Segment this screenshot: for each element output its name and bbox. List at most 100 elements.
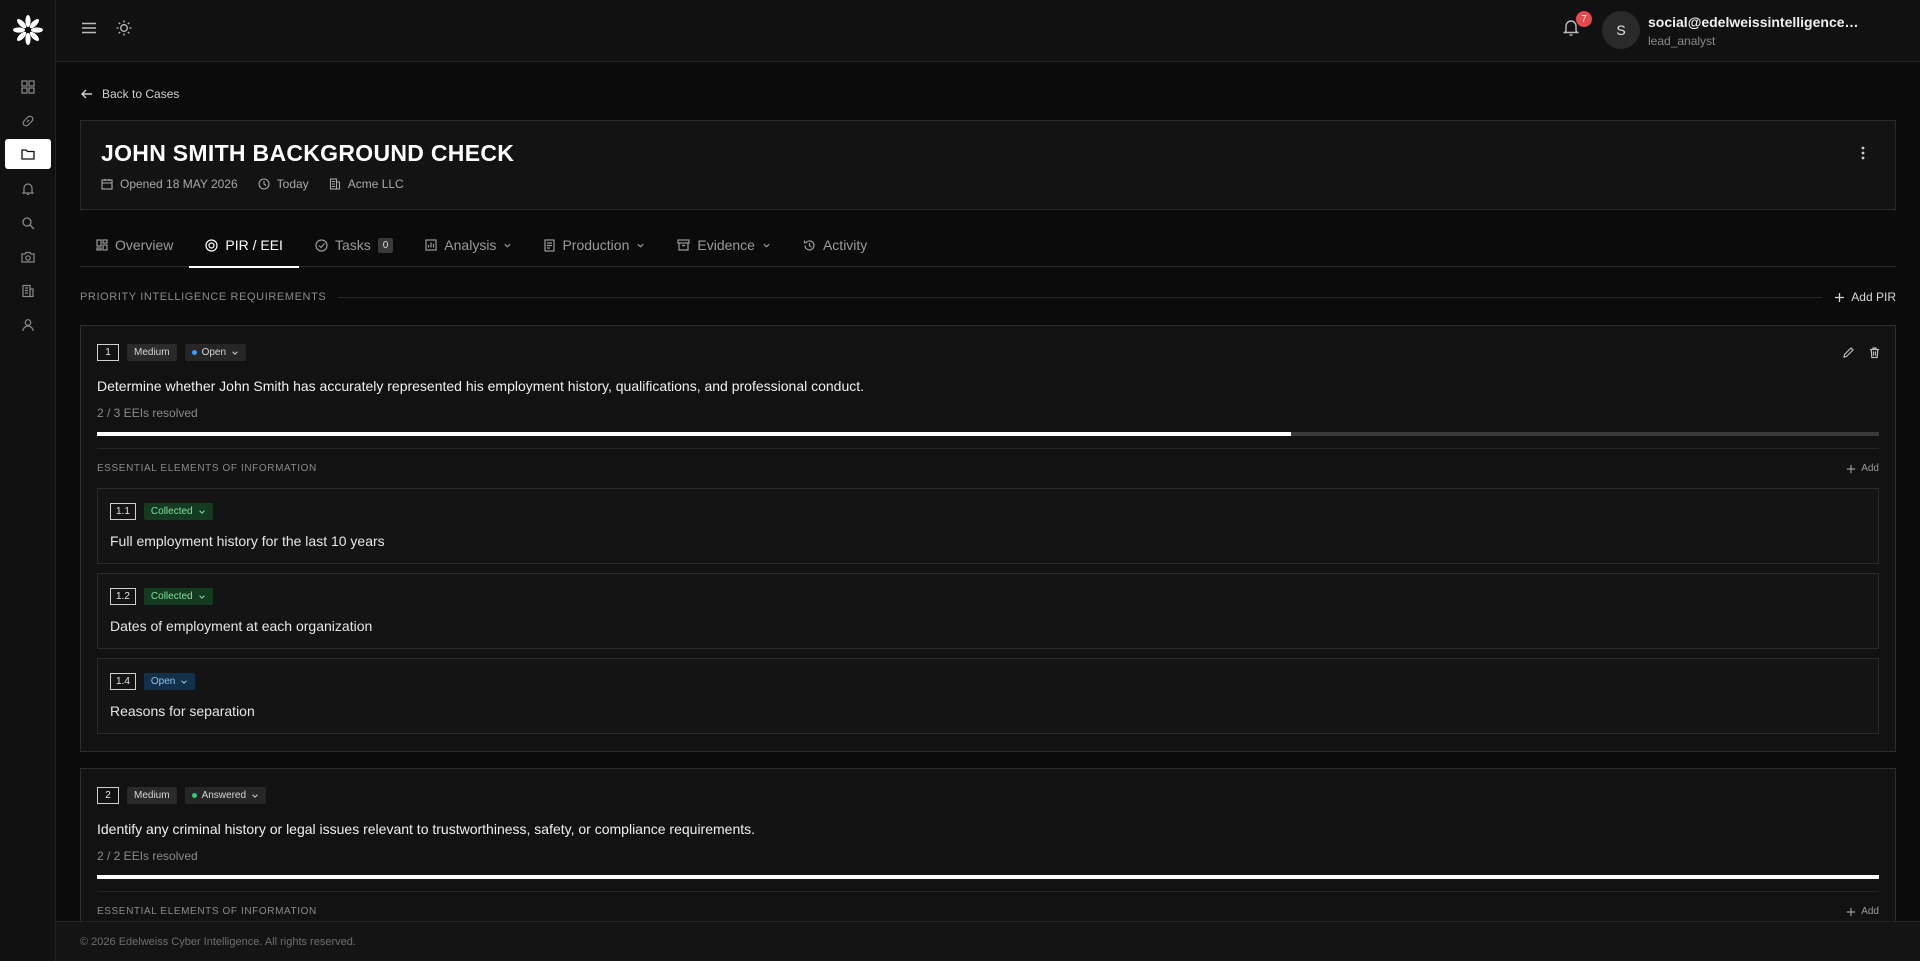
arrow-left-icon bbox=[81, 89, 92, 99]
eei-status-dropdown[interactable]: Open bbox=[143, 673, 196, 690]
delete-trash-icon[interactable] bbox=[1868, 346, 1881, 359]
add-eei-button[interactable]: Add bbox=[1846, 463, 1879, 474]
tab-label: Evidence bbox=[697, 237, 755, 253]
tab-label: Activity bbox=[822, 237, 868, 253]
tab-pir-eei[interactable]: PIR / EEI bbox=[189, 223, 299, 268]
tab-overview[interactable]: Overview bbox=[80, 223, 189, 267]
eei-status-label: Open bbox=[150, 676, 176, 687]
chevron-down-icon bbox=[504, 243, 512, 248]
document-icon bbox=[544, 238, 556, 252]
case-client-name: Acme LLC bbox=[347, 177, 404, 191]
tab-label: Analysis bbox=[444, 237, 497, 253]
pir-priority-badge: Medium bbox=[127, 344, 177, 361]
tab-production[interactable]: Production bbox=[528, 223, 661, 267]
pir-divider bbox=[97, 448, 1879, 449]
pir-number: 1 bbox=[97, 344, 119, 361]
user-avatar[interactable]: S bbox=[1602, 11, 1640, 49]
back-label: Back to Cases bbox=[102, 87, 180, 101]
grid-icon bbox=[21, 80, 35, 94]
more-options-icon[interactable] bbox=[1861, 145, 1865, 161]
eei-item[interactable]: 1.4 Open Reasons for separation bbox=[97, 658, 1879, 734]
pir-description: Identify any criminal history or legal i… bbox=[97, 821, 756, 837]
sidebar-item-organizations[interactable] bbox=[5, 276, 51, 306]
case-updated-text: Today bbox=[276, 177, 309, 191]
status-dot bbox=[191, 350, 197, 355]
dashboard-icon bbox=[96, 239, 108, 251]
eei-section-label: ESSENTIAL ELEMENTS OF INFORMATION bbox=[97, 463, 317, 474]
pir-section-label: PRIORITY INTELLIGENCE REQUIREMENTS bbox=[80, 291, 327, 303]
check-circle-icon bbox=[315, 238, 328, 252]
sidebar-item-alerts[interactable] bbox=[5, 174, 51, 204]
clock-icon bbox=[258, 178, 270, 190]
pir-resolved-count: 2 / 3 EEIs resolved bbox=[97, 406, 198, 420]
edit-pencil-icon[interactable] bbox=[1842, 346, 1855, 359]
eei-number: 1.4 bbox=[110, 673, 136, 690]
pir-card: 2 Medium Answered Identify any criminal … bbox=[80, 768, 1896, 921]
user-role: lead_analyst bbox=[1648, 34, 1716, 48]
pir-resolved-count: 2 / 2 EEIs resolved bbox=[97, 849, 198, 863]
tab-label: Overview bbox=[115, 237, 174, 253]
theme-toggle-sun-icon[interactable] bbox=[115, 19, 133, 37]
sidebar-item-search[interactable] bbox=[5, 208, 51, 238]
add-eei-label: Add bbox=[1861, 906, 1879, 917]
chevron-down-icon bbox=[232, 350, 238, 355]
case-title: JOHN SMITH BACKGROUND CHECK bbox=[101, 140, 515, 166]
edelweiss-logo-icon[interactable] bbox=[12, 14, 44, 46]
eei-status-dropdown[interactable]: Collected bbox=[143, 588, 213, 605]
eei-item[interactable]: 1.2 Collected Dates of employment at eac… bbox=[97, 573, 1879, 649]
eei-description: Reasons for separation bbox=[110, 703, 255, 719]
back-to-cases-link[interactable]: Back to Cases bbox=[80, 87, 179, 101]
tab-evidence[interactable]: Evidence bbox=[661, 223, 787, 267]
section-divider bbox=[338, 296, 1823, 298]
footer: © 2026 Edelweiss Cyber Intelligence. All… bbox=[56, 921, 1920, 961]
eei-number: 1.2 bbox=[110, 588, 136, 605]
case-opened-date: Opened 18 MAY 2026 bbox=[120, 177, 238, 191]
pir-status-label: Open bbox=[201, 347, 227, 358]
sidebar-item-links[interactable] bbox=[5, 106, 51, 136]
eei-description: Dates of employment at each organization bbox=[110, 618, 373, 634]
bell-icon bbox=[21, 183, 35, 196]
pir-section-header: PRIORITY INTELLIGENCE REQUIREMENTS Add P… bbox=[80, 289, 1896, 305]
chart-icon bbox=[425, 239, 437, 251]
eei-status-dropdown[interactable]: Collected bbox=[143, 503, 213, 520]
chevron-down-icon bbox=[181, 679, 188, 684]
footer-copyright: © 2026 Edelweiss Cyber Intelligence. All… bbox=[80, 936, 356, 948]
add-eei-label: Add bbox=[1861, 463, 1879, 474]
sidebar-item-dashboard[interactable] bbox=[5, 72, 51, 102]
search-icon bbox=[22, 217, 35, 230]
tab-tasks[interactable]: Tasks 0 bbox=[299, 223, 409, 267]
tab-analysis[interactable]: Analysis bbox=[409, 223, 528, 267]
pir-status-dropdown[interactable]: Open bbox=[184, 344, 247, 361]
eei-section-label: ESSENTIAL ELEMENTS OF INFORMATION bbox=[97, 906, 317, 917]
pir-progress-fill bbox=[97, 875, 1879, 879]
history-icon bbox=[803, 239, 815, 251]
pir-status-dropdown[interactable]: Answered bbox=[184, 787, 267, 804]
sidebar-item-people[interactable] bbox=[5, 310, 51, 340]
chevron-down-icon bbox=[198, 509, 205, 514]
folder-icon bbox=[21, 149, 35, 160]
add-pir-label: Add PIR bbox=[1851, 290, 1896, 304]
pir-status-label: Answered bbox=[201, 790, 247, 801]
chevron-down-icon bbox=[198, 594, 205, 599]
eei-status-label: Collected bbox=[150, 506, 193, 517]
sidebar-item-media[interactable] bbox=[5, 242, 51, 272]
status-dot bbox=[191, 793, 197, 798]
target-icon bbox=[205, 238, 218, 252]
case-meta: Opened 18 MAY 2026 Today Acme LLC bbox=[101, 177, 404, 191]
eei-description: Full employment history for the last 10 … bbox=[110, 533, 385, 549]
add-pir-button[interactable]: Add PIR bbox=[1834, 290, 1896, 304]
case-tabs: Overview PIR / EEI Tasks 0 Analysis Prod… bbox=[80, 223, 1896, 268]
sidebar-item-cases[interactable] bbox=[5, 139, 51, 169]
user-email[interactable]: social@edelweissintelligence.com bbox=[1648, 14, 1860, 30]
chevron-down-icon bbox=[763, 243, 770, 248]
calendar-icon bbox=[101, 179, 113, 190]
case-updated: Today bbox=[258, 177, 309, 191]
notification-count-badge: 7 bbox=[1576, 11, 1592, 27]
camera-icon bbox=[21, 251, 35, 263]
add-eei-button[interactable]: Add bbox=[1846, 906, 1879, 917]
tab-activity[interactable]: Activity bbox=[787, 223, 883, 267]
pir-progress-fill bbox=[97, 432, 1291, 436]
eei-item[interactable]: 1.1 Collected Full employment history fo… bbox=[97, 488, 1879, 564]
menu-icon[interactable] bbox=[80, 19, 98, 37]
archive-icon bbox=[677, 239, 690, 251]
